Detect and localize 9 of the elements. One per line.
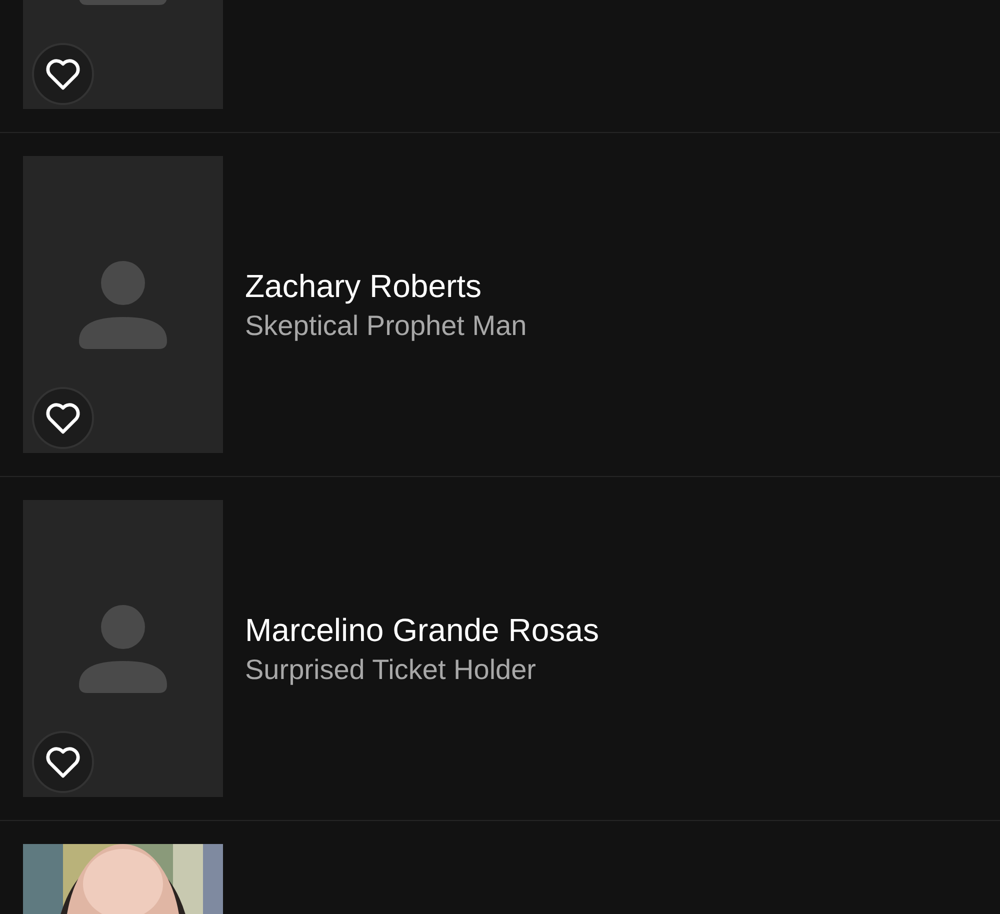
heart-icon	[44, 57, 82, 91]
actor-name: Marcelino Grande Rosas	[245, 610, 599, 648]
heart-icon	[44, 401, 82, 435]
person-silhouette-icon	[79, 605, 167, 693]
character-name: Surprised Ticket Holder	[245, 652, 538, 686]
actor-name: Zachary Roberts	[245, 266, 483, 304]
heart-icon	[44, 745, 82, 779]
person-silhouette-icon	[79, 261, 167, 349]
character-name: Skeptical Prophet Man	[245, 308, 527, 342]
